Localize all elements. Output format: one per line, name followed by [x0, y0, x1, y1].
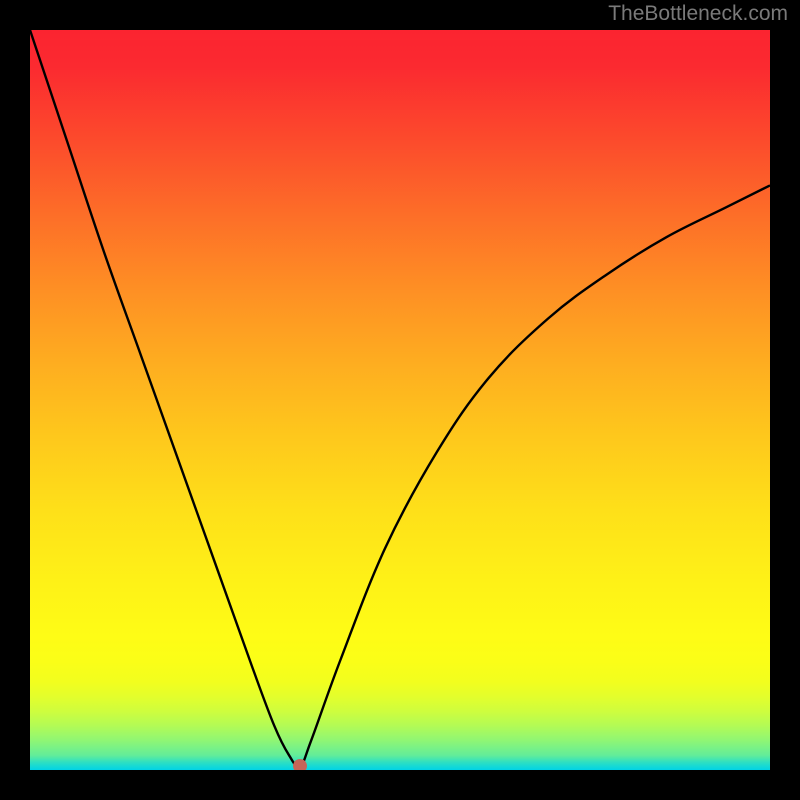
curve-svg	[30, 30, 770, 770]
attribution-label: TheBottleneck.com	[608, 2, 788, 26]
bottleneck-curve	[30, 30, 770, 767]
optimal-point-marker	[293, 759, 307, 770]
plot-area	[30, 30, 770, 770]
